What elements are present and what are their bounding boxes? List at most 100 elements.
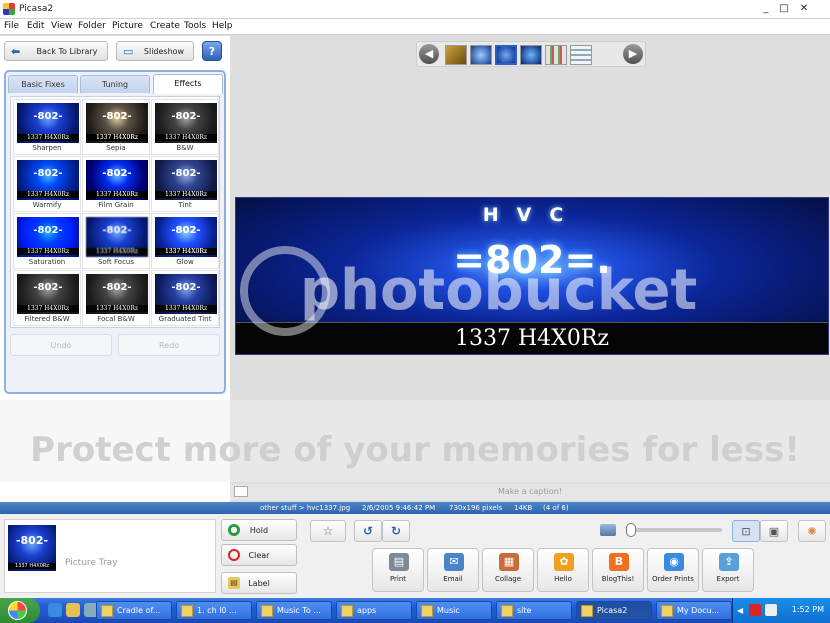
network-icon[interactable]: [765, 604, 777, 616]
effect-softfocus[interactable]: -802- 1337 H4X0Rz Soft Focus: [82, 213, 150, 269]
taskbar-item[interactable]: Cradle of...: [96, 601, 172, 620]
effect-thumbnail: -802- 1337 H4X0Rz: [155, 103, 217, 143]
start-button[interactable]: [0, 598, 40, 623]
effect-thumbnail: -802- 1337 H4X0Rz: [86, 103, 148, 143]
minimize-button[interactable]: _: [758, 2, 774, 16]
action-email-button[interactable]: ✉ Email: [427, 548, 479, 592]
action-icon: ◉: [664, 553, 684, 571]
filmstrip-thumb[interactable]: [470, 45, 492, 65]
previous-arrow-icon[interactable]: ◀: [419, 44, 439, 64]
tab-basic-fixes[interactable]: Basic Fixes: [8, 75, 78, 93]
menu-folder[interactable]: Folder: [78, 21, 106, 31]
menu-picture[interactable]: Picture: [112, 21, 143, 31]
action-hello-button[interactable]: ✿ Hello: [537, 548, 589, 592]
taskbar-item[interactable]: Music: [416, 601, 492, 620]
action-blogthis-button[interactable]: B BlogThis!: [592, 548, 644, 592]
title-bar: Picasa2 _ □ ✕: [0, 0, 830, 19]
antivirus-icon[interactable]: [749, 604, 761, 616]
back-arrow-icon: ⬅: [11, 45, 21, 58]
menu-file[interactable]: File: [4, 21, 19, 31]
task-icon: [261, 605, 273, 617]
action-order-prints-button[interactable]: ◉ Order Prints: [647, 548, 699, 592]
close-button[interactable]: ✕: [796, 2, 812, 16]
back-to-library-button[interactable]: ⬅ Back To Library: [4, 41, 108, 61]
photobucket-watermark: photobucket: [300, 258, 698, 323]
effect-filteredbw[interactable]: -802- 1337 H4X0Rz Filtered B&W: [13, 270, 81, 326]
effect-label: Glow: [176, 258, 194, 266]
next-arrow-icon[interactable]: ▶: [623, 44, 643, 64]
menu-tools[interactable]: Tools: [184, 21, 206, 31]
taskbar-item[interactable]: Picasa2: [576, 601, 652, 620]
effect-thumbnail: -802- 1337 H4X0Rz: [86, 160, 148, 200]
taskbar: Cradle of... 1. ch l0 ... Music To ... apps…: [0, 598, 830, 623]
ie-icon[interactable]: [48, 603, 62, 617]
effect-sharpen[interactable]: -802- 1337 H4X0Rz Sharpen: [13, 99, 81, 155]
taskbar-item[interactable]: 1. ch l0 ...: [176, 601, 252, 620]
maximize-button[interactable]: □: [776, 2, 792, 16]
help-button[interactable]: ?: [202, 41, 222, 61]
effect-label: Tint: [178, 201, 192, 209]
actual-size-button[interactable]: ▣: [760, 520, 788, 542]
effect-gradtint[interactable]: -802- 1337 H4X0Rz Graduated Tint: [151, 270, 219, 326]
taskbar-item[interactable]: site: [496, 601, 572, 620]
bottom-toolbar: -802- 1337 H4X0Rz Picture Tray ● Hold Cl…: [0, 514, 830, 598]
menu-create[interactable]: Create: [150, 21, 180, 31]
filmstrip-thumb-selected[interactable]: [495, 45, 517, 65]
slideshow-button[interactable]: ▭ Slideshow: [116, 41, 194, 61]
filmstrip-thumb[interactable]: [520, 45, 542, 65]
photo-dimensions: 730x196 pixels: [449, 504, 503, 512]
hold-button[interactable]: ● Hold: [221, 519, 297, 541]
edit-tabs: Basic Fixes Tuning Effects -802- 1337 H4X…: [4, 70, 226, 394]
filmstrip-thumb[interactable]: [545, 45, 567, 65]
redo-button[interactable]: Redo: [118, 334, 220, 356]
filmstrip-thumb[interactable]: [445, 45, 467, 65]
caption-input[interactable]: Make a caption!: [230, 487, 830, 496]
effect-saturation[interactable]: -802- 1337 H4X0Rz Saturation: [13, 213, 81, 269]
rotate-right-button[interactable]: ↻: [382, 520, 410, 542]
zoom-slider[interactable]: [630, 528, 722, 532]
action-icon: ▤: [389, 553, 409, 571]
picasa-logo-button[interactable]: ✺: [798, 520, 826, 542]
effect-glow[interactable]: -802- 1337 H4X0Rz Glow: [151, 213, 219, 269]
task-icon: [661, 605, 673, 617]
task-icon: [501, 605, 513, 617]
folder-icon[interactable]: [66, 603, 80, 617]
clear-button[interactable]: Clear: [221, 544, 297, 566]
tray-expand-icon[interactable]: ◀: [737, 606, 743, 615]
menu-bar: File Edit View Folder Picture Create Too…: [0, 19, 830, 35]
taskbar-item[interactable]: apps: [336, 601, 412, 620]
menu-edit[interactable]: Edit: [27, 21, 44, 31]
effect-label: Film Grain: [98, 201, 134, 209]
photo-path: other stuff > hvc1337.jpg: [260, 504, 351, 512]
action-collage-button[interactable]: ▦ Collage: [482, 548, 534, 592]
action-print-button[interactable]: ▤ Print: [372, 548, 424, 592]
tray-thumbnail[interactable]: -802- 1337 H4X0Rz: [8, 525, 56, 571]
tab-effects[interactable]: Effects: [153, 74, 223, 94]
menu-view[interactable]: View: [51, 21, 72, 31]
tab-tuning[interactable]: Tuning: [80, 75, 150, 93]
effect-bw[interactable]: -802- 1337 H4X0Rz B&W: [151, 99, 219, 155]
fit-view-button[interactable]: ⊡: [732, 520, 760, 542]
slideshow-icon: ▭: [123, 45, 134, 58]
effect-tint[interactable]: -802- 1337 H4X0Rz Tint: [151, 156, 219, 212]
star-button[interactable]: ☆: [310, 520, 346, 542]
photo-hvc-text: HVC: [482, 204, 582, 226]
rotate-left-button[interactable]: ↺: [354, 520, 382, 542]
undo-button[interactable]: Undo: [10, 334, 112, 356]
task-icon: [581, 605, 593, 617]
taskbar-item[interactable]: Music To ...: [256, 601, 332, 620]
effect-thumbnail: -802- 1337 H4X0Rz: [155, 160, 217, 200]
filmstrip-thumb[interactable]: [570, 45, 592, 65]
effect-thumbnail: -802- 1337 H4X0Rz: [17, 103, 79, 143]
taskbar-item[interactable]: My Docu...: [656, 601, 732, 620]
action-export-button[interactable]: ⇪ Export: [702, 548, 754, 592]
zoom-slider-handle[interactable]: [626, 523, 636, 537]
effect-filmgrain[interactable]: -802- 1337 H4X0Rz Film Grain: [82, 156, 150, 212]
effect-sepia[interactable]: -802- 1337 H4X0Rz Sepia: [82, 99, 150, 155]
label-button[interactable]: ▤ Label: [221, 572, 297, 594]
task-icon: [181, 605, 193, 617]
photo-leet-text: 1337 H4X0Rz: [236, 322, 828, 354]
effect-warmify[interactable]: -802- 1337 H4X0Rz Warmify: [13, 156, 81, 212]
effect-focalbw[interactable]: -802- 1337 H4X0Rz Focal B&W: [82, 270, 150, 326]
menu-help[interactable]: Help: [212, 21, 233, 31]
